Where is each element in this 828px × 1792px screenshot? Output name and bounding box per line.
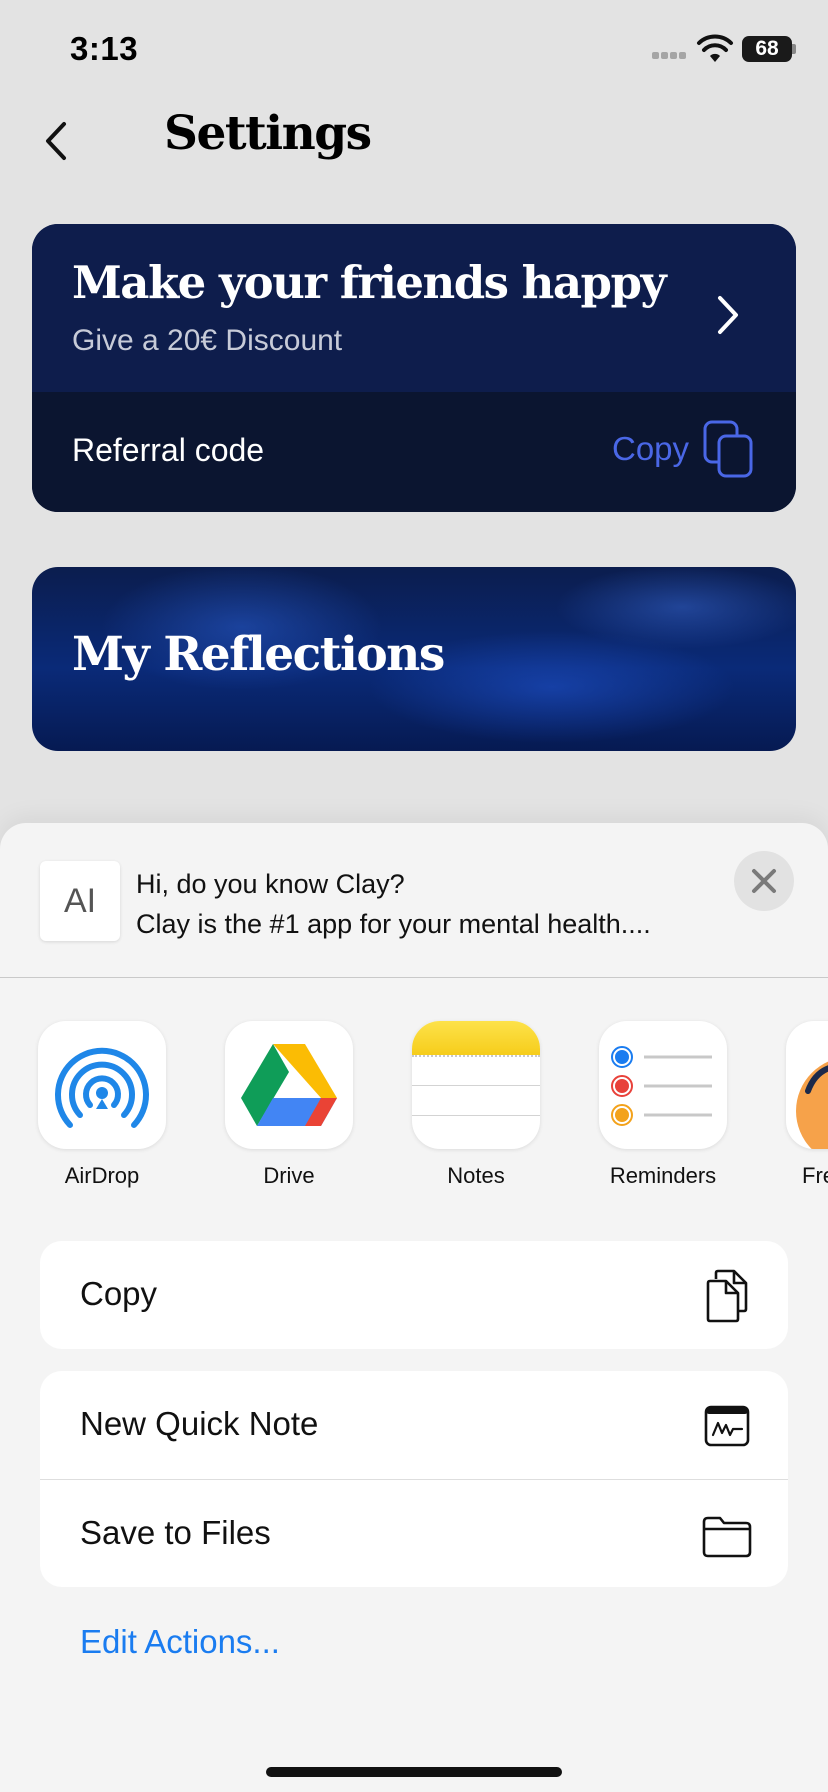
new-quick-note-action[interactable]: New Quick Note [40,1371,788,1479]
chevron-right-icon [718,296,738,334]
app-label: AirDrop [64,1163,140,1188]
copy-referral-label: Copy [612,430,690,467]
folder-icon [702,1516,752,1558]
referral-card-top[interactable]: Make your friends happy Give a 20€ Disco… [32,224,796,392]
preview-body: Clay is the #1 app for your mental healt… [136,909,651,939]
action-label: Copy [80,1275,158,1312]
page-title: Settings [164,106,372,161]
close-button[interactable] [734,851,794,911]
freeform-icon [786,1021,828,1149]
action-label: New Quick Note [80,1405,319,1442]
referral-card[interactable]: Make your friends happy Give a 20€ Disco… [32,224,796,512]
status-time: 3:13 [70,30,139,67]
share-app-freeform[interactable]: Fre [786,1021,828,1189]
home-indicator [266,1767,562,1777]
share-app-notes[interactable]: Notes [412,1021,540,1189]
cellular-signal-icon [652,46,692,60]
save-to-files-action[interactable]: Save to Files [40,1479,788,1587]
quick-note-icon [704,1405,750,1447]
wifi-icon [697,34,733,62]
action-group-notes-files: New Quick Note Save to Files [40,1371,788,1587]
share-app-drive[interactable]: Drive [225,1021,353,1189]
action-group-copy: Copy [40,1241,788,1349]
reminders-icon [599,1021,727,1149]
share-sheet: AI Hi, do you know Clay? Clay is the #1 … [0,823,828,1792]
app-label: Reminders [609,1163,717,1188]
referral-subtitle: Give a 20€ Discount [72,324,343,357]
notes-icon [412,1021,540,1149]
app-label: Notes [447,1163,505,1188]
reflections-title: My Reflections [72,627,445,682]
chevron-left-icon[interactable] [36,116,80,166]
copy-referral-button[interactable]: Copy [612,414,755,484]
referral-title: Make your friends happy [72,256,667,309]
text-preview-thumbnail: AI [40,861,120,941]
airdrop-icon [38,1021,166,1149]
referral-code-label: Referral code [72,432,265,468]
referral-code-row: Referral code Copy [32,392,796,512]
battery-tip [792,44,796,54]
share-app-reminders[interactable]: Reminders [599,1021,727,1189]
status-bar: 3:13 68 [0,0,828,100]
reflections-card[interactable]: My Reflections [32,567,796,751]
action-label: Save to Files [80,1514,271,1551]
google-drive-icon [225,1021,353,1149]
share-preview-header: AI Hi, do you know Clay? Clay is the #1 … [0,823,828,978]
close-icon [752,869,776,893]
share-apps-row: AirDrop Drive Notes Reminders Fr [0,1021,828,1188]
edit-actions-link[interactable]: Edit Actions... [80,1623,280,1661]
thumbnail-text: AI [63,881,97,920]
copy-action[interactable]: Copy [40,1241,788,1349]
app-label: Fre [802,1163,828,1188]
app-label: Drive [263,1163,315,1188]
copy-icon [703,420,753,478]
battery-indicator: 68 [742,36,792,62]
share-app-airdrop[interactable]: AirDrop [38,1021,166,1189]
copy-icon [706,1269,748,1323]
preview-title: Hi, do you know Clay? [136,869,405,899]
